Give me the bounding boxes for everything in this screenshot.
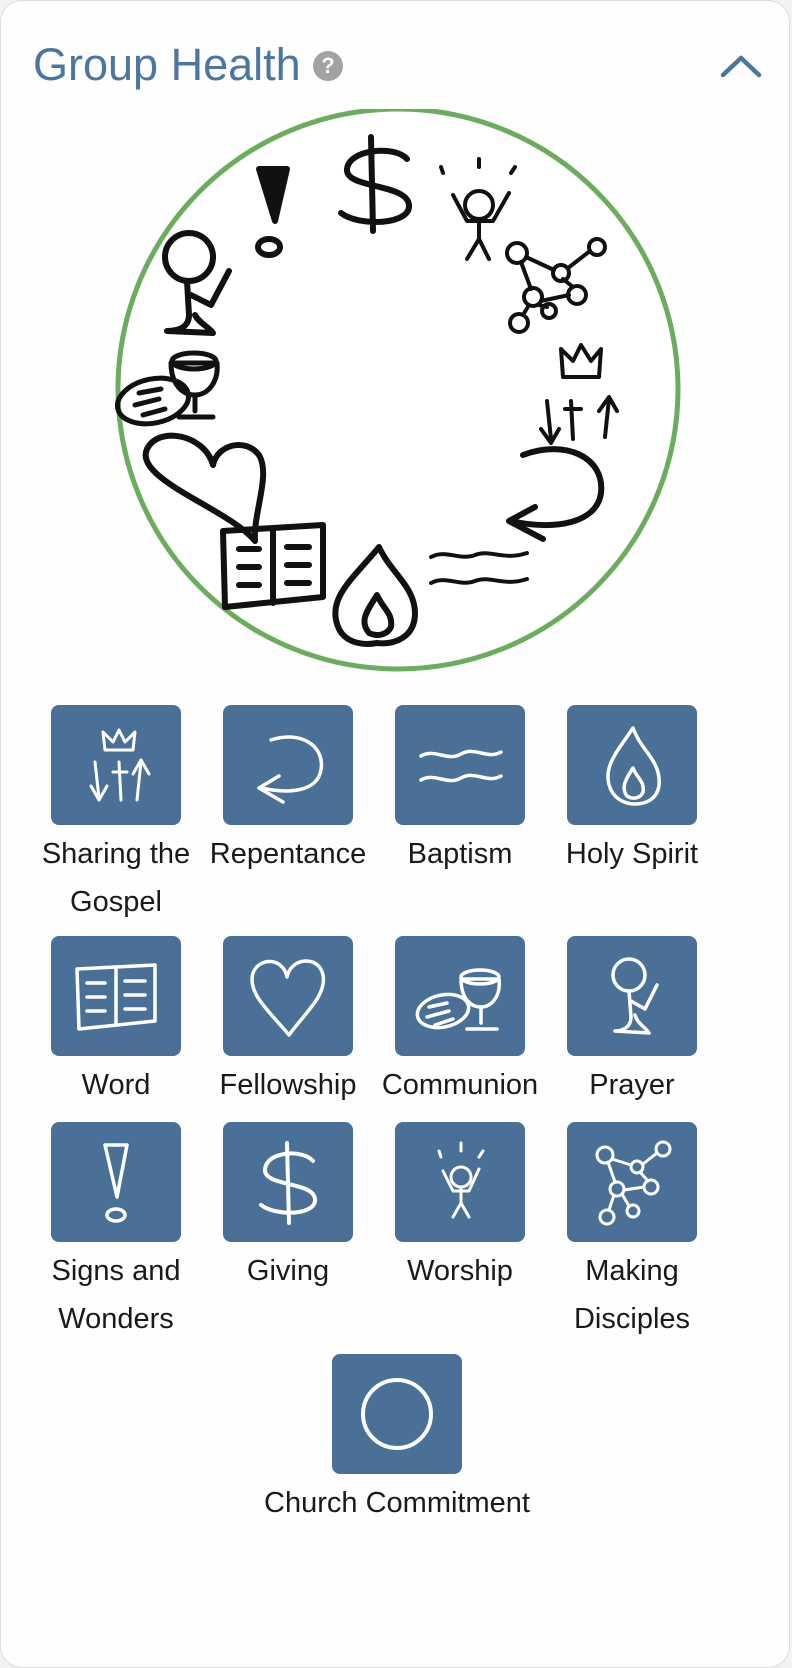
question-circle-icon[interactable]: ?: [313, 51, 343, 81]
signs-and-wonders-label: Signs and Wonders: [51, 1255, 181, 1335]
chevron-up-icon[interactable]: [719, 51, 763, 79]
worship-person-icon: [437, 1141, 485, 1219]
tile-baptism: Baptism: [369, 705, 551, 878]
tile-prayer: Prayer: [541, 936, 723, 1109]
tile-worship: Worship: [369, 1122, 551, 1295]
u-turn-arrow-icon: [257, 735, 324, 804]
card-title: Group Health: [33, 39, 301, 90]
giving-button[interactable]: [223, 1122, 353, 1242]
tile-church-commitment: Church Commitment: [247, 1354, 547, 1527]
word-label: Word: [81, 1069, 151, 1101]
worship-label: Worship: [407, 1255, 513, 1287]
disciple-network-icon: [595, 1140, 672, 1226]
tile-holy-spirit: Holy Spirit: [541, 705, 723, 878]
card-header: Group Health ?: [33, 35, 763, 95]
communion-label: Communion: [381, 1069, 539, 1101]
heart-icon: [250, 959, 326, 1037]
church-commitment-button[interactable]: [332, 1354, 462, 1474]
tile-fellowship: Fellowship: [197, 936, 379, 1109]
prayer-button[interactable]: [567, 936, 697, 1056]
tile-repentance: Repentance: [197, 705, 379, 878]
dollar-icon: [259, 1141, 317, 1225]
sharing-the-gospel-button[interactable]: [51, 705, 181, 825]
church-commitment-label: Church Commitment: [264, 1487, 530, 1519]
crown-arrows-icon: [89, 728, 151, 802]
tile-giving: Giving: [197, 1122, 379, 1295]
word-button[interactable]: [51, 936, 181, 1056]
flame-icon: [606, 726, 661, 806]
exclamation-icon: [103, 1143, 129, 1223]
health-circle-diagram: [95, 109, 701, 715]
tile-word: Word: [25, 936, 207, 1109]
baptism-label: Baptism: [407, 838, 513, 870]
signs-and-wonders-button[interactable]: [51, 1122, 181, 1242]
fellowship-button[interactable]: [223, 936, 353, 1056]
group-health-card: Group Health ? Sharing the Gospel Repent…: [0, 0, 790, 1668]
praying-person-icon: [611, 957, 659, 1035]
tile-communion: Communion: [369, 936, 551, 1109]
repentance-label: Repentance: [209, 838, 367, 870]
sharing-the-gospel-label: Sharing the Gospel: [41, 838, 191, 918]
holy-spirit-button[interactable]: [567, 705, 697, 825]
holy-spirit-label: Holy Spirit: [565, 838, 699, 870]
making-disciples-button[interactable]: [567, 1122, 697, 1242]
giving-label: Giving: [246, 1255, 330, 1287]
repentance-button[interactable]: [223, 705, 353, 825]
baptism-button[interactable]: [395, 705, 525, 825]
health-circle-svg: [114, 109, 681, 672]
tile-sharing-the-gospel: Sharing the Gospel: [25, 705, 207, 926]
worship-button[interactable]: [395, 1122, 525, 1242]
prayer-label: Prayer: [589, 1069, 675, 1101]
circle-outline-icon: [361, 1378, 433, 1450]
tile-making-disciples: Making Disciples: [541, 1122, 723, 1343]
water-waves-icon: [419, 749, 503, 783]
making-disciples-label: Making Disciples: [573, 1255, 691, 1335]
bread-cup-icon: [415, 968, 501, 1031]
communion-button[interactable]: [395, 936, 525, 1056]
open-book-icon: [75, 963, 157, 1031]
tile-signs-and-wonders: Signs and Wonders: [25, 1122, 207, 1343]
fellowship-label: Fellowship: [219, 1069, 357, 1101]
